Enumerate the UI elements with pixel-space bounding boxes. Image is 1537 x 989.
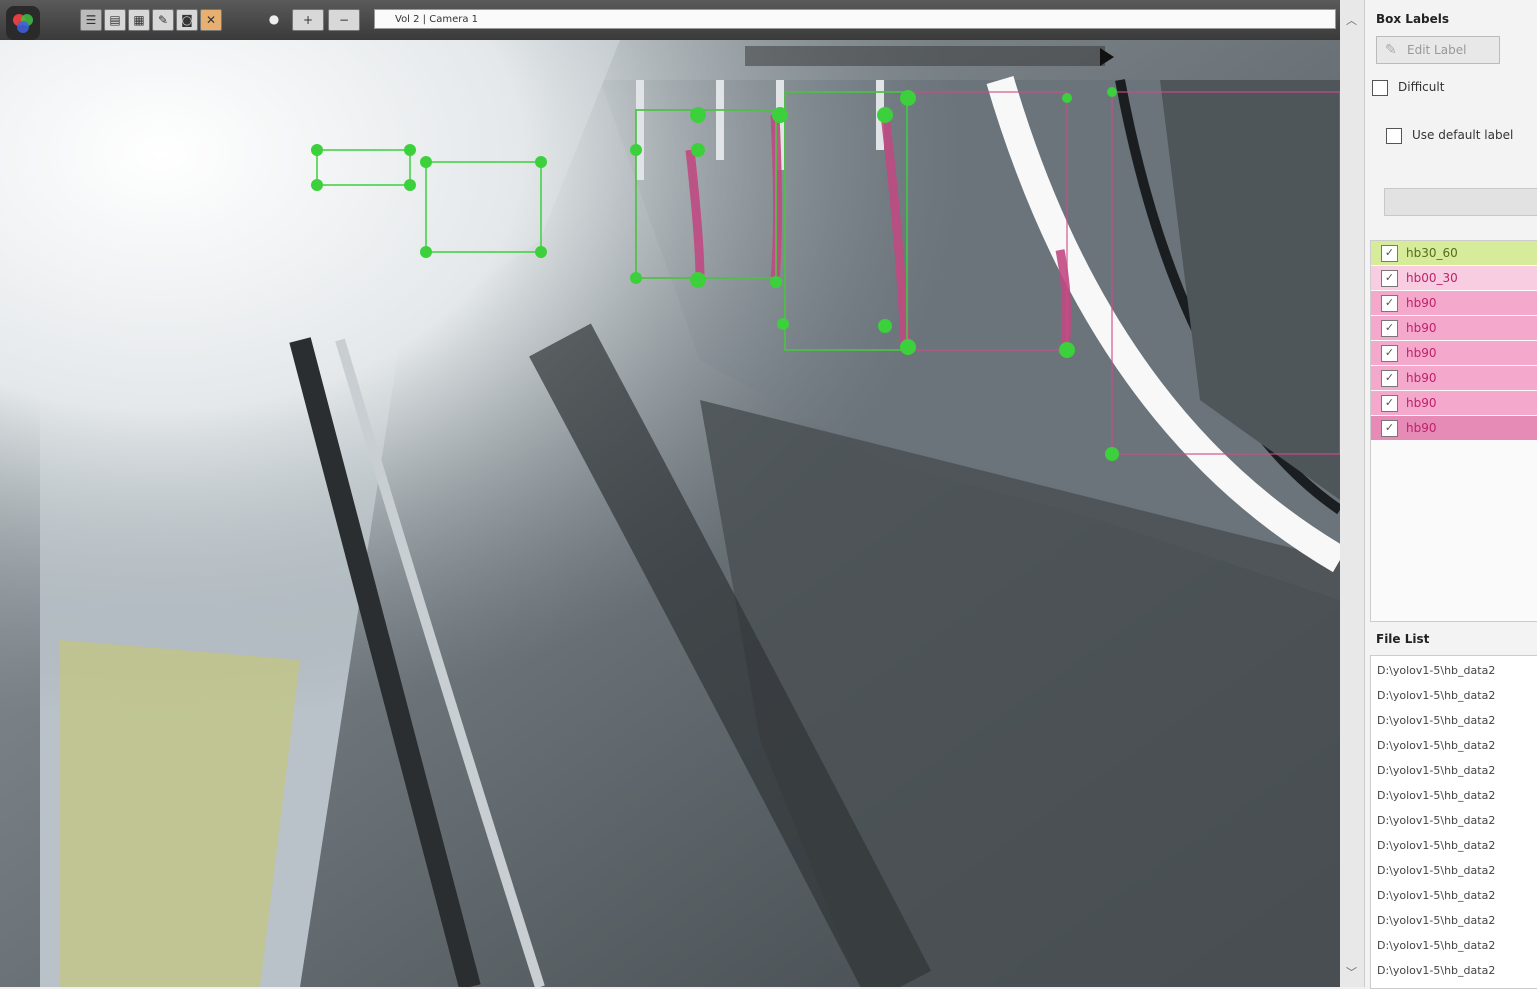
label-list-item[interactable]: ✓ hb00_30 <box>1371 266 1537 290</box>
scroll-down-icon[interactable]: ﹀ <box>1346 964 1357 980</box>
label-list-item[interactable]: ✓ hb90 <box>1371 341 1537 365</box>
file-list-title: File List <box>1376 632 1430 646</box>
zoom-in-button[interactable]: + <box>292 9 324 31</box>
label-name: hb90 <box>1406 321 1437 335</box>
file-list-item[interactable]: D:\yolov1-5\hb_data2 <box>1377 664 1537 677</box>
file-list-item[interactable]: D:\yolov1-5\hb_data2 <box>1377 814 1537 827</box>
label-list-item[interactable]: ✓ hb90 <box>1371 291 1537 315</box>
box-labels-title: Box Labels <box>1376 12 1450 26</box>
pencil-icon: ✎ <box>1385 42 1397 58</box>
open-file-icon[interactable]: ▤ <box>104 9 126 31</box>
label-checkbox[interactable]: ✓ <box>1381 244 1398 262</box>
label-name: hb90 <box>1406 396 1437 410</box>
file-list-item[interactable]: D:\yolov1-5\hb_data2 <box>1377 739 1537 752</box>
difficult-label: Difficult <box>1398 80 1445 94</box>
image-canvas[interactable] <box>0 40 1340 987</box>
file-list-item[interactable]: D:\yolov1-5\hb_data2 <box>1377 689 1537 702</box>
canvas-scrollbar[interactable] <box>1340 0 1365 987</box>
zoom-out-button[interactable]: − <box>328 9 360 31</box>
camera-icon[interactable]: ◙ <box>176 9 198 31</box>
default-label-combobox[interactable] <box>1384 188 1537 216</box>
file-list-item[interactable]: D:\yolov1-5\hb_data2 <box>1377 914 1537 927</box>
file-list-item[interactable]: D:\yolov1-5\hb_data2 <box>1377 789 1537 802</box>
label-checkbox[interactable]: ✓ <box>1381 294 1398 312</box>
label-list-item[interactable]: ✓ hb90 <box>1371 316 1537 340</box>
app-logo <box>6 6 40 40</box>
open-folder-icon[interactable]: ☰ <box>80 9 102 31</box>
label-checkbox[interactable]: ✓ <box>1381 319 1398 337</box>
file-list-item[interactable]: D:\yolov1-5\hb_data2 <box>1377 764 1537 777</box>
file-list-item[interactable]: D:\yolov1-5\hb_data2 <box>1377 839 1537 852</box>
file-list-item[interactable]: D:\yolov1-5\hb_data2 <box>1377 964 1537 977</box>
label-list-item[interactable]: ✓ hb90 <box>1371 391 1537 415</box>
label-list-item[interactable]: ✓ hb90 <box>1371 416 1537 440</box>
use-default-label-text: Use default label <box>1412 128 1514 142</box>
label-name: hb90 <box>1406 346 1437 360</box>
file-list-item[interactable]: D:\yolov1-5\hb_data2 <box>1377 889 1537 902</box>
microphone-icon[interactable]: ● <box>264 9 284 29</box>
label-name: hb90 <box>1406 371 1437 385</box>
file-list-item[interactable]: D:\yolov1-5\hb_data2 <box>1377 714 1537 727</box>
label-checkbox[interactable]: ✓ <box>1381 419 1398 437</box>
use-default-label-checkbox[interactable] <box>1386 128 1402 144</box>
delete-icon[interactable]: ✕ <box>200 9 222 31</box>
file-list-item[interactable]: D:\yolov1-5\hb_data2 <box>1377 864 1537 877</box>
label-checkbox[interactable]: ✓ <box>1381 269 1398 287</box>
edit-label-text: Edit Label <box>1407 43 1467 57</box>
scroll-up-icon[interactable]: ︿ <box>1346 12 1357 28</box>
label-name: hb00_30 <box>1406 271 1458 285</box>
edit-label-button[interactable]: ✎ Edit Label <box>1376 36 1500 64</box>
label-list-item[interactable]: ✓ hb90 <box>1371 366 1537 390</box>
save-icon[interactable]: ▦ <box>128 9 150 31</box>
label-checkbox[interactable]: ✓ <box>1381 369 1398 387</box>
label-checkbox[interactable]: ✓ <box>1381 394 1398 412</box>
edit-icon[interactable]: ✎ <box>152 9 174 31</box>
label-name: hb30_60 <box>1406 246 1458 260</box>
difficult-checkbox[interactable] <box>1372 80 1388 96</box>
label-checkbox[interactable]: ✓ <box>1381 344 1398 362</box>
label-name: hb90 <box>1406 421 1437 435</box>
label-list-item[interactable]: ✓ hb30_60 <box>1371 241 1537 265</box>
window-title: Vol 2 | Camera 1 <box>374 9 1336 29</box>
label-name: hb90 <box>1406 296 1437 310</box>
toolbar: ☰ ▤ ▦ ✎ ◙ ✕ ● + − Vol 2 | Camera 1 <box>0 0 1340 41</box>
file-list-item[interactable]: D:\yolov1-5\hb_data2 <box>1377 939 1537 952</box>
